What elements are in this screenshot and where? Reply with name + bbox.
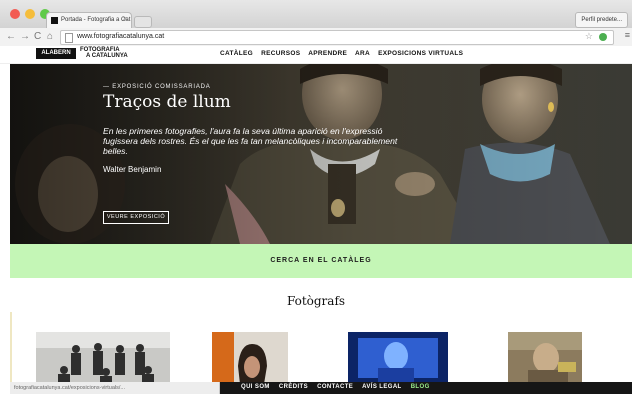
view-exhibition-button[interactable]: VEURE EXPOSICIÓ <box>103 211 169 224</box>
reload-icon[interactable]: C <box>34 30 41 44</box>
nav-item-ara[interactable]: ARA <box>355 50 370 57</box>
browser-tab-bar: Portada - Fotografia a Cat × Perfil pred… <box>0 0 632 29</box>
footer-link-qui-som[interactable]: QUI SOM <box>241 384 270 390</box>
site-header: ALABERN FOTOGRAFIA A CATALUNYA CATÀLEG R… <box>0 46 632 64</box>
hero-kicker: — EXPOSICIÓ COMISSARIADA <box>103 84 211 90</box>
photographer-thumbnail[interactable] <box>348 332 448 384</box>
address-url: www.fotografiacatalunya.cat <box>77 33 165 40</box>
hero-quote-author: Walter Benjamin <box>103 165 162 174</box>
minimize-window-button[interactable] <box>25 9 35 19</box>
address-bar[interactable]: www.fotografiacatalunya.cat ☆ <box>60 30 614 45</box>
extension-icon[interactable] <box>599 33 607 41</box>
page-icon <box>65 33 73 43</box>
hero-title: Traços de llum <box>103 92 231 112</box>
browser-status-bar: fotografiacatalunya.cat/exposicions-virt… <box>10 382 220 394</box>
main-nav: CATÀLEG RECURSOS APRENDRE ARA EXPOSICION… <box>220 50 469 57</box>
nav-item-exposicions-virtuals[interactable]: EXPOSICIONS VIRTUALS <box>378 50 463 57</box>
footer-link-blog[interactable]: BLOG <box>411 384 430 390</box>
catalog-search-band[interactable]: CERCA EN EL CATÀLEG <box>10 244 632 278</box>
photographer-thumbnail[interactable] <box>508 332 582 384</box>
logo-line-2: A CATALUNYA <box>86 53 128 59</box>
new-tab-button[interactable] <box>134 16 152 28</box>
hero-quote: En les primeres fotografies, l'aura fa l… <box>103 126 398 156</box>
nav-item-recursos[interactable]: RECURSOS <box>261 50 300 57</box>
tab-title: Portada - Fotografia a Cat <box>61 17 131 23</box>
left-accent-line <box>10 312 12 382</box>
profile-button[interactable]: Perfil predete... <box>575 12 628 28</box>
close-tab-icon[interactable]: × <box>123 16 127 23</box>
catalog-search-label: CERCA EN EL CATÀLEG <box>270 257 372 264</box>
site-logo[interactable]: ALABERN <box>36 48 76 59</box>
footer-link-credits[interactable]: CRÈDITS <box>279 384 308 390</box>
section-title-photographers: Fotògrafs <box>286 294 346 308</box>
browser-tab[interactable]: Portada - Fotografia a Cat × <box>46 12 132 29</box>
home-icon[interactable]: ⌂ <box>47 30 53 44</box>
bookmark-star-icon[interactable]: ☆ <box>585 31 593 42</box>
footer-link-contacte[interactable]: CONTACTE <box>317 384 353 390</box>
browser-menu-icon[interactable]: ≡ <box>625 30 630 40</box>
hero-banner: — EXPOSICIÓ COMISSARIADA Traços de llum … <box>10 64 632 244</box>
site-logo-text[interactable]: FOTOGRAFIA A CATALUNYA <box>80 47 128 59</box>
browser-toolbar: ← → C ⌂ www.fotografiacatalunya.cat ☆ ≡ <box>0 28 632 47</box>
close-window-button[interactable] <box>10 9 20 19</box>
site-footer: fotografiacatalunya.cat/exposicions-virt… <box>10 382 632 394</box>
footer-link-avis-legal[interactable]: AVÍS LEGAL <box>362 384 402 390</box>
photographer-thumbnail[interactable] <box>36 332 170 384</box>
footer-nav: QUI SOM CRÈDITS CONTACTE AVÍS LEGAL BLOG <box>241 384 437 390</box>
photographer-thumbnail[interactable] <box>212 332 288 384</box>
site-favicon-icon <box>51 17 58 24</box>
nav-item-cataleg[interactable]: CATÀLEG <box>220 50 253 57</box>
forward-arrow-icon[interactable]: → <box>20 30 30 44</box>
nav-item-aprendre[interactable]: APRENDRE <box>308 50 347 57</box>
back-arrow-icon[interactable]: ← <box>6 30 16 44</box>
